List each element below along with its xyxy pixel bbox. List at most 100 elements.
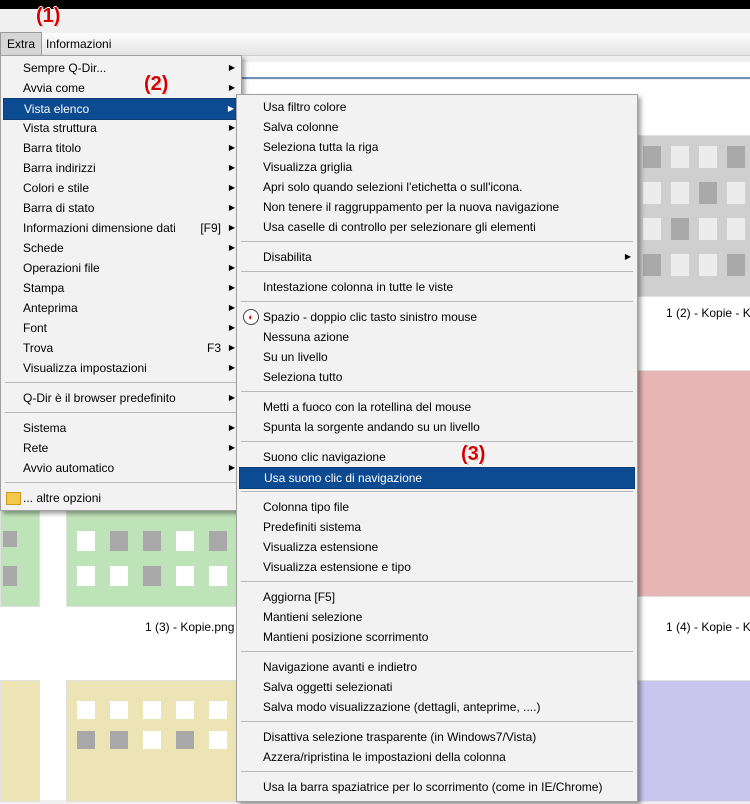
menu-item-apri-solo-quando-selezioni-l-etichetta-o-sull-icona[interactable]: Apri solo quando selezioni l'etichetta o…: [239, 177, 635, 197]
menu-item-label: Predefiniti sistema: [263, 520, 362, 534]
menu-item-shortcut: [F9]: [200, 221, 221, 235]
menu-item-label: Suono clic navigazione: [263, 450, 386, 464]
menu-item-label: Seleziona tutta la riga: [263, 140, 379, 154]
menu-item-altre-opzioni[interactable]: ... altre opzioni: [3, 488, 239, 508]
submenu-arrow-icon: ▶: [228, 163, 235, 172]
menu-item-label: Nessuna azione: [263, 330, 350, 344]
menu-item-spunta-la-sorgente-andando-su-un-livello[interactable]: Spunta la sorgente andando su un livello: [239, 417, 635, 437]
menu-item-azzera-ripristina-le-impostazioni-della-colonna[interactable]: Azzera/ripristina le impostazioni della …: [239, 747, 635, 767]
menu-item-barra-titolo[interactable]: Barra titolo ▶: [3, 138, 239, 158]
menu-item-disattiva-selezione-trasparente-in-windows7-vista[interactable]: Disattiva selezione trasparente (in Wind…: [239, 727, 635, 747]
thumbnail-tile[interactable]: [634, 370, 750, 597]
menu-separator: [5, 482, 237, 483]
menu-item-barra-di-stato[interactable]: Barra di stato ▶: [3, 198, 239, 218]
menu-item-intestazione-colonna-in-tutte-le-viste[interactable]: Intestazione colonna in tutte le viste: [239, 277, 635, 297]
address-strip: [241, 62, 750, 79]
menu-item-aggiorna-f5[interactable]: Aggiorna [F5]: [239, 587, 635, 607]
menu-item-operazioni-file[interactable]: Operazioni file ▶: [3, 258, 239, 278]
menu-informazioni[interactable]: Informazioni: [40, 33, 117, 55]
submenu-arrow-icon: ▶: [228, 343, 235, 352]
thumbnail-tile[interactable]: [0, 500, 40, 607]
thumbnail-cell: [699, 182, 717, 204]
menu-item-visualizza-estensione[interactable]: Visualizza estensione: [239, 537, 635, 557]
thumbnail-image: [1, 681, 39, 801]
menu-item-seleziona-tutta-la-riga[interactable]: Seleziona tutta la riga: [239, 137, 635, 157]
menu-item-colori-e-stile[interactable]: Colori e stile ▶: [3, 178, 239, 198]
menu-item-label: Visualizza estensione: [263, 540, 379, 554]
menu-item-label: Metti a fuoco con la rotellina del mouse: [263, 400, 472, 414]
menu-item-visualizza-impostazioni[interactable]: Visualizza impostazioni ▶: [3, 358, 239, 378]
menu-item-font[interactable]: Font ▶: [3, 318, 239, 338]
menu-item-vista-struttura[interactable]: Vista struttura ▶: [3, 118, 239, 138]
menu-separator: [241, 651, 633, 652]
callout-1: (1): [36, 5, 61, 27]
menu-item-label: Schede: [23, 241, 64, 255]
menu-item-label: Informazioni dimensione dati: [23, 221, 176, 235]
submenu-arrow-icon: ▶: [228, 423, 235, 432]
menu-item-nessuna-azione[interactable]: Nessuna azione: [239, 327, 635, 347]
menu-item-navigazione-avanti-e-indietro[interactable]: Navigazione avanti e indietro: [239, 657, 635, 677]
menu-item-disabilita[interactable]: Disabilita ▶: [239, 247, 635, 267]
menu-item-vista-elenco[interactable]: Vista elenco ▶: [3, 98, 239, 120]
menu-item-avvia-come[interactable]: Avvia come ▶: [3, 78, 239, 98]
submenu-arrow-icon: ▶: [228, 283, 235, 292]
thumbnail-tile[interactable]: [0, 680, 40, 802]
menu-item-suono-clic-navigazione[interactable]: Suono clic navigazione: [239, 447, 635, 467]
menu-item-mantieni-posizione-scorrimento[interactable]: Mantieni posizione scorrimento: [239, 627, 635, 647]
menu-item-label: Apri solo quando selezioni l'etichetta o…: [263, 180, 523, 194]
menu-item-informazioni-dimensione-dati[interactable]: Informazioni dimensione dati [F9] ▶: [3, 218, 239, 238]
menu-item-label: Seleziona tutto: [263, 370, 343, 384]
thumbnail-image: [635, 371, 750, 596]
menu-item-anteprima[interactable]: Anteprima ▶: [3, 298, 239, 318]
menu-item-non-tenere-il-raggruppamento-per-la-nuova-navigazione[interactable]: Non tenere il raggruppamento per la nuov…: [239, 197, 635, 217]
menu-item-usa-suono-clic-di-navigazione[interactable]: Usa suono clic di navigazione: [239, 467, 635, 489]
window-title-bar: [0, 0, 750, 9]
menu-item-label: Navigazione avanti e indietro: [263, 660, 418, 674]
menu-item-label: Rete: [23, 441, 49, 455]
menu-item-stampa[interactable]: Stampa ▶: [3, 278, 239, 298]
menu-item-su-un-livello[interactable]: Su un livello: [239, 347, 635, 367]
thumbnail-image: [1, 501, 39, 606]
menu-item-rete[interactable]: Rete ▶: [3, 438, 239, 458]
menu-item-colonna-tipo-file[interactable]: Colonna tipo file: [239, 497, 635, 517]
thumbnail-cell: [671, 254, 689, 276]
menu-item-usa-la-barra-spaziatrice-per-lo-scorrimento-come-in-ie-chrome[interactable]: Usa la barra spaziatrice per lo scorrime…: [239, 777, 635, 797]
menu-item-spazio-doppio-clic-tasto-sinistro-mouse[interactable]: ◐ Spazio - doppio clic tasto sinistro mou…: [239, 307, 635, 327]
menu-item-seleziona-tutto[interactable]: Seleziona tutto: [239, 367, 635, 387]
menu-item-schede[interactable]: Schede ▶: [3, 238, 239, 258]
submenu-arrow-icon: ▶: [228, 123, 235, 132]
menu-item-salva-oggetti-selezionati[interactable]: Salva oggetti selezionati: [239, 677, 635, 697]
submenu-arrow-icon: ▶: [228, 63, 235, 72]
menu-item-usa-filtro-colore[interactable]: Usa filtro colore: [239, 97, 635, 117]
menu-item-avvio-automatico[interactable]: Avvio automatico ▶: [3, 458, 239, 478]
menu-item-trova[interactable]: Trova F3 ▶: [3, 338, 239, 358]
menu-item-label: Spazio - doppio clic tasto sinistro mous…: [263, 310, 478, 324]
menu-item-usa-caselle-di-controllo-per-selezionare-gli-elementi[interactable]: Usa caselle di controllo per selezionare…: [239, 217, 635, 237]
menu-item-metti-a-fuoco-con-la-rotellina-del-mouse[interactable]: Metti a fuoco con la rotellina del mouse: [239, 397, 635, 417]
menu-extra[interactable]: Extra: [0, 32, 43, 56]
menu-item-label: Barra titolo: [23, 141, 82, 155]
thumbnail-tile[interactable]: [634, 680, 750, 802]
submenu-arrow-icon: ▶: [228, 303, 235, 312]
thumbnail-cell: [699, 146, 717, 168]
menu-item-sistema[interactable]: Sistema ▶: [3, 418, 239, 438]
thumbnail-tile[interactable]: [66, 680, 238, 802]
menu-item-label: Salva oggetti selezionati: [263, 680, 393, 694]
menu-item-salva-colonne[interactable]: Salva colonne: [239, 117, 635, 137]
menu-item-q-dir-il-browser-predefinito[interactable]: Q-Dir è il browser predefinito ▶: [3, 388, 239, 408]
folder-icon: [6, 492, 21, 505]
menu-separator: [241, 441, 633, 442]
menu-item-visualizza-estensione-e-tipo[interactable]: Visualizza estensione e tipo: [239, 557, 635, 577]
menu-item-barra-indirizzi[interactable]: Barra indirizzi ▶: [3, 158, 239, 178]
thumbnail-cell: [727, 146, 745, 168]
menu-item-sempre-q-dir[interactable]: Sempre Q-Dir... ▶: [3, 58, 239, 78]
menu-item-predefiniti-sistema[interactable]: Predefiniti sistema: [239, 517, 635, 537]
menu-item-mantieni-selezione[interactable]: Mantieni selezione: [239, 607, 635, 627]
thumbnail-tile[interactable]: [634, 135, 750, 297]
menu-item-label: Intestazione colonna in tutte le viste: [263, 280, 454, 294]
thumbnail-tile[interactable]: [66, 500, 238, 607]
thumbnail-cell: [727, 218, 745, 240]
menu-item-label: Visualizza impostazioni: [23, 361, 147, 375]
menu-item-visualizza-griglia[interactable]: Visualizza griglia: [239, 157, 635, 177]
menu-item-salva-modo-visualizzazione-dettagli-anteprime[interactable]: Salva modo visualizzazione (dettagli, an…: [239, 697, 635, 717]
